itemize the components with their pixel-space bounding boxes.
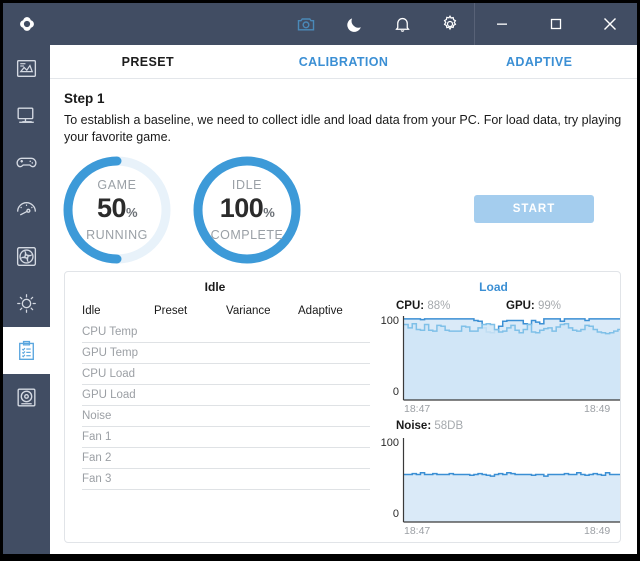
sidebar-item-monitoring[interactable] [3, 45, 50, 92]
step-description: To establish a baseline, we need to coll… [64, 113, 622, 144]
row-label: GPU Load [82, 389, 136, 401]
sidebar-item-fan[interactable] [3, 233, 50, 280]
minimize-icon [497, 23, 507, 25]
gauge-row: GAME 50% RUNNING IDLE 100% COMPLETE STAR… [50, 152, 637, 272]
speedometer-icon [16, 202, 37, 216]
load-x-start: 18:47 [404, 403, 431, 415]
minimize-button[interactable] [475, 3, 529, 45]
tab-adaptive[interactable]: ADAPTIVE [441, 45, 637, 79]
moon-icon [346, 17, 361, 32]
results-panel: Idle Load Idle Preset Variance Adaptive … [64, 271, 621, 543]
table-row[interactable]: CPU Temp [82, 322, 370, 343]
start-button[interactable]: START [474, 195, 594, 223]
camera-icon [297, 18, 315, 31]
column-header-preset: Preset [154, 305, 188, 317]
noise-legend: Noise: 58DB [396, 420, 464, 432]
load-y-min: 0 [392, 386, 399, 398]
tab-preset[interactable]: PRESET [50, 45, 246, 79]
settings-button[interactable] [426, 3, 474, 45]
app-window: PRESET CALIBRATION ADAPTIVE Step 1 To es… [3, 3, 637, 554]
column-header-adaptive: Adaptive [298, 305, 343, 317]
night-mode-button[interactable] [330, 3, 378, 45]
idle-gauge: IDLE 100% COMPLETE [189, 152, 305, 268]
maximize-button[interactable] [529, 3, 583, 45]
load-chart: CPU: 88% GPU: 99% 100 0 18:47 18:49 [381, 300, 620, 416]
column-header-variance: Variance [226, 305, 271, 317]
table-header-row: Idle Preset Variance Adaptive [82, 300, 370, 322]
bell-icon [394, 17, 410, 32]
noise-y-min: 0 [392, 508, 399, 520]
sidebar-item-drive[interactable] [3, 374, 50, 421]
legend-gpu-name: GPU [506, 300, 531, 312]
legend-noise-name: Noise [396, 420, 428, 432]
legend-cpu-value: 88% [427, 300, 451, 312]
row-label: Fan 1 [82, 431, 112, 443]
title-bar [3, 3, 637, 45]
results-panel-inner: Idle Load Idle Preset Variance Adaptive … [65, 272, 620, 542]
main-content: PRESET CALIBRATION ADAPTIVE Step 1 To es… [50, 45, 637, 554]
sidebar [3, 45, 50, 554]
tab-calibration[interactable]: CALIBRATION [246, 45, 442, 79]
row-label: GPU Temp [82, 347, 139, 359]
step-title: Step 1 [64, 91, 105, 106]
idle-table: Idle Preset Variance Adaptive CPU Temp G… [82, 300, 370, 490]
app-logo[interactable] [3, 3, 50, 45]
row-label: Fan 2 [82, 452, 112, 464]
sidebar-item-calibration[interactable] [3, 327, 50, 374]
row-label: CPU Temp [82, 326, 138, 338]
load-section-title[interactable]: Load [365, 280, 620, 294]
sidebar-item-lighting[interactable] [3, 280, 50, 327]
screenshot-button[interactable] [282, 3, 330, 45]
sidebar-item-performance[interactable] [3, 186, 50, 233]
load-chart-axes [402, 316, 620, 401]
legend-cpu-name: CPU [396, 300, 421, 312]
idle-gauge-ring [193, 156, 301, 264]
noise-x-end: 18:49 [584, 525, 611, 537]
clipboard-checklist-icon [19, 340, 34, 361]
tab-bar: PRESET CALIBRATION ADAPTIVE [50, 45, 637, 79]
load-legend-gpu: GPU: 99% [506, 300, 561, 312]
screenshot-root: PRESET CALIBRATION ADAPTIVE Step 1 To es… [0, 0, 640, 561]
chart-document-icon [16, 60, 37, 77]
close-button[interactable] [583, 3, 637, 45]
table-row[interactable]: Fan 1 [82, 427, 370, 448]
sun-brightness-icon [17, 294, 36, 313]
gear-icon [443, 14, 457, 31]
desktop-monitor-icon [17, 107, 34, 123]
noise-y-max: 100 [380, 437, 399, 449]
idle-table-title: Idle [204, 280, 226, 294]
step-block: Step 1 To establish a baseline, we need … [50, 79, 637, 146]
sidebar-item-desktop[interactable] [3, 92, 50, 139]
legend-gpu-value: 99% [537, 300, 561, 312]
load-legend-cpu: CPU: 88% [396, 300, 451, 312]
noise-chart-axes [402, 438, 620, 523]
row-label: Fan 3 [82, 473, 112, 485]
game-gauge-ring [63, 156, 171, 264]
load-y-max: 100 [380, 315, 399, 327]
table-row[interactable]: Fan 2 [82, 448, 370, 469]
disc-drive-icon [17, 388, 36, 407]
row-label: Noise [82, 410, 112, 422]
notifications-button[interactable] [378, 3, 426, 45]
table-row[interactable]: Fan 3 [82, 469, 370, 490]
table-row[interactable]: CPU Load [82, 364, 370, 385]
noise-x-start: 18:47 [404, 525, 431, 537]
noise-chart: Noise: 58DB 100 0 18:47 18:49 [381, 420, 620, 540]
close-icon [604, 18, 616, 30]
game-gauge: GAME 50% RUNNING [59, 152, 175, 268]
titlebar-spacer [50, 3, 282, 45]
maximize-icon [550, 18, 562, 30]
row-label: CPU Load [82, 368, 136, 380]
legend-noise-value: 58DB [434, 420, 464, 432]
fan-icon [16, 246, 37, 267]
sidebar-item-gaming[interactable] [3, 139, 50, 186]
column-header-idle: Idle [82, 305, 101, 317]
app-logo-icon [19, 17, 34, 31]
table-row[interactable]: GPU Load [82, 385, 370, 406]
load-x-end: 18:49 [584, 403, 611, 415]
table-row[interactable]: Noise [82, 406, 370, 427]
gamepad-icon [16, 157, 37, 168]
table-row[interactable]: GPU Temp [82, 343, 370, 364]
